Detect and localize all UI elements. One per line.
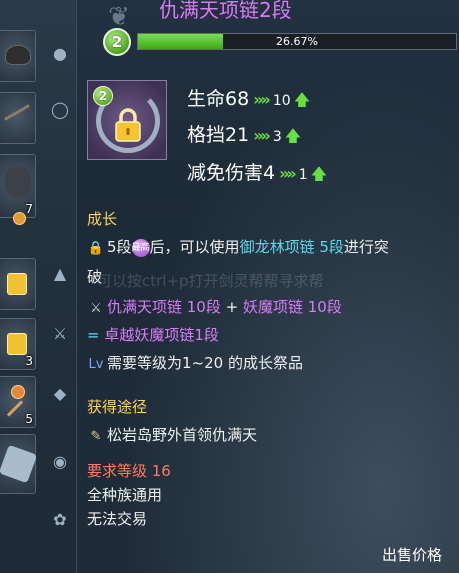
inventory-slot[interactable] xyxy=(0,434,38,494)
acquire-source-text: 松岩岛野外首领仇满天 xyxy=(107,426,258,444)
acquire-source: ✎ 松岩岛野外首领仇满天 xyxy=(87,424,257,445)
item-title: 仇满天项链2段 xyxy=(159,0,292,22)
stat-label: 减免伤害4 xyxy=(187,162,276,184)
tooltip-header: ❦ 仇满天项链2段 2 26.67% xyxy=(87,0,459,60)
twig-icon xyxy=(4,104,30,121)
stat-increase: 3 xyxy=(272,129,282,145)
fusion-item-1[interactable]: 仇满天项链 10段 xyxy=(107,298,221,316)
growth-heading: 成长 xyxy=(87,210,118,228)
inventory-slot[interactable]: 7 xyxy=(0,154,36,218)
item-level-badge: 2 xyxy=(93,86,113,106)
growth-progress-bar: 26.67% xyxy=(137,33,457,50)
slot-count: 3 xyxy=(25,354,33,368)
slot-count: 7 xyxy=(25,202,33,216)
sword-icon[interactable]: ⚔ xyxy=(48,322,72,346)
growth-requirement-text: 需要等级为1~20 的成长祭品 xyxy=(107,354,303,372)
fusion-result: = 卓越妖魔项链1段 xyxy=(87,324,219,345)
scroll-icon: ✎ xyxy=(90,429,102,444)
fusion-formula: ⚔ 仇满天项链 10段 + 妖魔项链 10段 xyxy=(87,296,342,317)
sell-price-label: 出售价格 xyxy=(382,546,443,564)
crossed-swords-icon: ⚔ xyxy=(90,301,102,316)
stat-row-damage-reduction: 减免伤害4»» 1 🡅 xyxy=(187,158,327,184)
growth-progress-label: 26.67% xyxy=(276,35,318,48)
growth-text-tail: 进行突 xyxy=(343,238,389,256)
stat-label: 格挡21 xyxy=(187,124,250,146)
upgrade-chevron-icon: »» xyxy=(279,164,297,183)
growth-text: 后，可以使用 xyxy=(149,238,240,256)
coin-icon xyxy=(13,212,26,225)
growth-level-badge: 2 xyxy=(103,28,131,56)
locked-item-icon xyxy=(7,333,27,355)
slot-count: 5 xyxy=(25,412,33,426)
stat-row-hp: 生命68»» 10 🡅 xyxy=(187,84,310,110)
inventory-strip: 7 3 5 ● ◯ ▲ ⚔ ◆ ◉ ✿ xyxy=(0,0,78,573)
inventory-slot[interactable] xyxy=(0,92,36,144)
herb-icon[interactable]: ✿ xyxy=(48,508,72,532)
inventory-slot[interactable]: 3 xyxy=(0,318,36,370)
item-tooltip: ❦ 仇满天项链2段 2 26.67% 2 生命68»» 10 🡅 格挡21»» 3 🡅 … xyxy=(76,0,459,573)
max-badge-icon: 最高 xyxy=(131,238,150,257)
fusion-result-item[interactable]: 卓越妖魔项链1段 xyxy=(104,326,219,344)
person-icon[interactable]: ● xyxy=(48,42,72,66)
gem-staff-shaft xyxy=(6,400,24,417)
item-icon-frame: 2 xyxy=(87,80,167,160)
stat-increase: 1 xyxy=(298,167,308,183)
upgrade-chevron-icon: »» xyxy=(253,126,271,145)
upgrade-chevron-icon: »» xyxy=(253,90,271,109)
sack-icon[interactable]: ◯ xyxy=(48,98,72,122)
hat-icon xyxy=(5,45,31,65)
equals-sign: = xyxy=(87,326,105,344)
breakthrough-item-link[interactable]: 御龙林项链 5段 xyxy=(240,238,344,256)
growth-requirement: Lv 需要等级为1~20 的成长祭品 xyxy=(87,352,303,373)
trade-restriction: 无法交易 xyxy=(87,510,148,528)
lock-small-icon: 🔒 xyxy=(87,241,105,256)
level-requirement: 要求等级 16 xyxy=(87,462,171,480)
stat-increase: 10 xyxy=(272,93,291,109)
acquire-heading: 获得途径 xyxy=(87,398,148,416)
plus-sign: + xyxy=(220,298,243,316)
leaf-bundle-icon xyxy=(5,167,31,197)
arrow-up-icon: 🡅 xyxy=(310,164,328,183)
pot-icon[interactable]: ◉ xyxy=(48,450,72,474)
pouch-icon[interactable]: ◆ xyxy=(48,382,72,406)
growth-breakthrough-line: 🔒 5段最高后，可以使用御龙林项链 5段进行突 xyxy=(87,236,389,257)
stat-row-block: 格挡21»» 3 🡅 xyxy=(187,120,301,146)
inventory-slot[interactable] xyxy=(0,258,36,310)
lock-icon xyxy=(115,108,141,142)
gem-staff-icon xyxy=(11,385,25,399)
inventory-slot[interactable] xyxy=(0,30,36,82)
level-icon: Lv xyxy=(88,357,104,372)
watermark-text: 可以按ctrl+p打开剑灵帮帮寻求帮 xyxy=(97,272,324,290)
locked-item-icon xyxy=(7,273,27,295)
stat-label: 生命68 xyxy=(187,88,250,110)
crystal-icon xyxy=(0,444,38,484)
arrow-up-icon: 🡅 xyxy=(284,126,302,145)
inventory-slot[interactable]: 5 xyxy=(0,376,36,428)
race-restriction: 全种族通用 xyxy=(87,486,163,504)
fusion-item-2[interactable]: 妖魔项链 10段 xyxy=(243,298,342,316)
bag-icon[interactable]: ▲ xyxy=(48,262,72,286)
growth-stage-text: 5段 xyxy=(107,238,132,256)
arrow-up-icon: 🡅 xyxy=(293,90,311,109)
